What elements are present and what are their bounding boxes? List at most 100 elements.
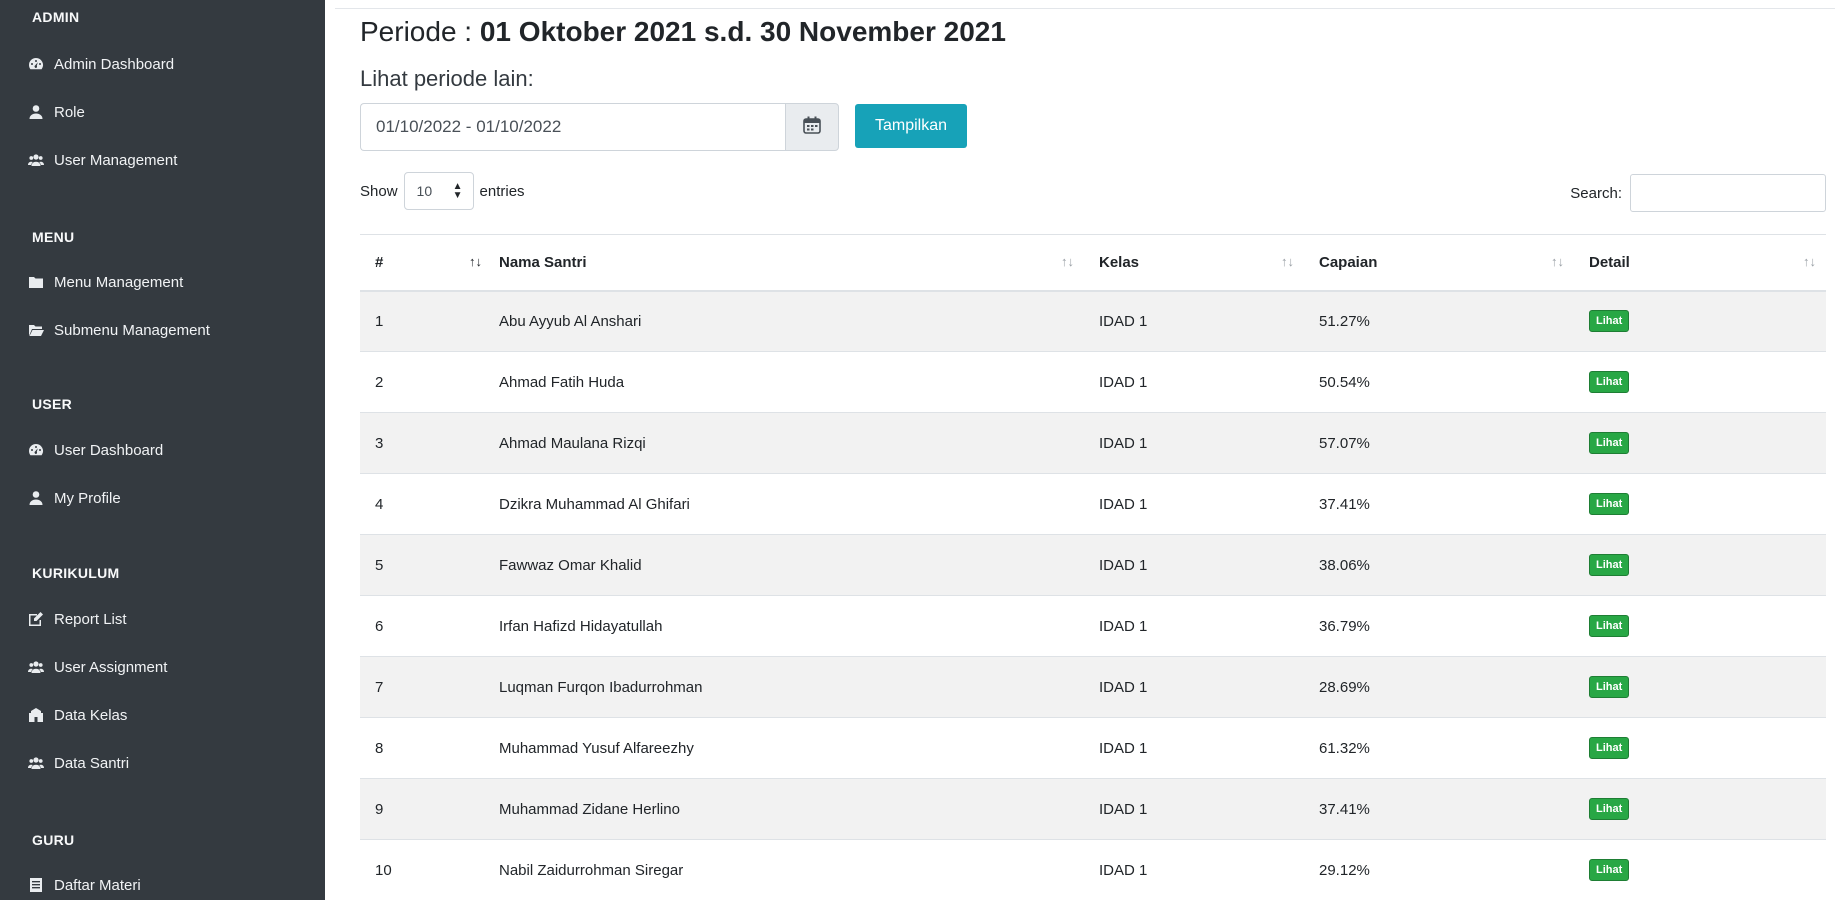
cell-empty <box>454 352 484 413</box>
tachometer-icon <box>28 441 50 459</box>
cell-empty <box>454 413 484 474</box>
sidebar-item-label: My Profile <box>54 489 121 507</box>
lihat-detail-button[interactable]: Lihat <box>1589 737 1630 759</box>
table-row: 5 Fawwaz Omar Khalid IDAD 1 38.06% Lihat <box>360 534 1826 596</box>
page-title: Periode : 01 Oktober 2021 s.d. 30 Novemb… <box>360 16 1006 48</box>
sidebar-item-label: Daftar Materi <box>54 876 141 894</box>
lihat-detail-button[interactable]: Lihat <box>1589 371 1630 393</box>
table-row: 8 Muhammad Yusuf Alfareezhy IDAD 1 61.32% Li… <box>360 717 1826 779</box>
sort-icon: ↑↓ <box>469 254 482 269</box>
lihat-detail-button[interactable]: Lihat <box>1589 676 1630 698</box>
sidebar-item-label: User Assignment <box>54 658 168 676</box>
cell-kelas: IDAD 1 <box>1099 861 1148 879</box>
cell-nama-santri: Fawwaz Omar Khalid <box>499 556 642 574</box>
select-arrows-icon: ▲ ▼ <box>452 181 463 201</box>
sidebar-item-submenu-management[interactable]: Submenu Management <box>28 321 210 339</box>
cell-number: 9 <box>375 800 384 818</box>
cell-capaian: 37.41% <box>1319 495 1370 513</box>
cell-detail: Lihat <box>1574 291 1826 352</box>
cell-number: 2 <box>375 373 384 391</box>
cell-nama-santri: Dzikra Muhammad Al Ghifari <box>499 495 690 513</box>
sidebar-item-user-management[interactable]: User Management <box>28 151 177 169</box>
sidebar-item-label: Submenu Management <box>54 321 210 339</box>
edit-icon <box>28 610 50 628</box>
lihat-detail-button[interactable]: Lihat <box>1589 493 1630 515</box>
lihat-detail-button[interactable]: Lihat <box>1589 554 1630 576</box>
cell-detail: Lihat <box>1574 657 1826 718</box>
lihat-detail-button[interactable]: Lihat <box>1589 615 1630 637</box>
sort-icon: ↑↓ <box>1061 254 1074 269</box>
sidebar-item-data-santri[interactable]: Data Santri <box>28 754 129 772</box>
sidebar-item-label: User Management <box>54 151 178 169</box>
table-search: Search: <box>1570 174 1826 212</box>
cell-kelas: IDAD 1 <box>1099 617 1148 635</box>
period-label: Periode : <box>360 16 480 47</box>
cell-empty <box>454 840 484 900</box>
calendar-icon <box>802 115 822 140</box>
sidebar-item-label: Admin Dashboard <box>54 55 175 73</box>
cell-nama-santri: Ahmad Maulana Rizqi <box>499 434 646 452</box>
lihat-detail-button[interactable]: Lihat <box>1589 798 1630 820</box>
santri-table: # ↑↓ Nama Santri ↑↓ Kelas ↑↓ Capaian ↑↓ Det… <box>360 234 1826 900</box>
entries-length-control: Show 10 ▲ ▼ entries <box>360 172 525 210</box>
cell-detail: Lihat <box>1574 840 1826 900</box>
sidebar-item-user-dashboard[interactable]: User Dashboard <box>28 441 163 459</box>
date-range-input[interactable] <box>360 103 785 151</box>
cell-kelas: IDAD 1 <box>1099 312 1148 330</box>
show-suffix: entries <box>479 182 525 200</box>
tachometer-icon <box>28 55 50 73</box>
calendar-button[interactable] <box>785 103 839 151</box>
sidebar-item-my-profile[interactable]: My Profile <box>28 489 121 507</box>
search-label: Search: <box>1570 184 1622 202</box>
sidebar-item-report-list[interactable]: Report List <box>28 610 127 628</box>
sidebar-item-label: Role <box>54 103 85 121</box>
column-header-kelas[interactable]: Kelas ↑↓ <box>1084 235 1304 291</box>
cell-capaian: 38.06% <box>1319 556 1370 574</box>
cell-empty <box>454 535 484 596</box>
column-header-capaian[interactable]: Capaian ↑↓ <box>1304 235 1574 291</box>
sidebar-item-role[interactable]: Role <box>28 103 85 121</box>
sidebar-item-label: Data Kelas <box>54 706 128 724</box>
sidebar-item-menu-management[interactable]: Menu Management <box>28 273 183 291</box>
column-header-nama-santri[interactable]: Nama Santri ↑↓ <box>484 235 1084 291</box>
cell-detail: Lihat <box>1574 779 1826 840</box>
cell-kelas: IDAD 1 <box>1099 800 1148 818</box>
sidebar-item-data-kelas[interactable]: Data Kelas <box>28 706 127 724</box>
sidebar-heading-guru: GURU <box>32 832 75 848</box>
lihat-detail-button[interactable]: Lihat <box>1589 859 1630 882</box>
column-header-sort[interactable]: ↑↓ <box>454 235 484 291</box>
sidebar-item-daftar-materi[interactable]: Daftar Materi <box>28 876 141 894</box>
cell-nama-santri: Muhammad Zidane Herlino <box>499 800 680 818</box>
show-button[interactable]: Tampilkan <box>855 104 967 148</box>
cell-capaian: 28.69% <box>1319 678 1370 696</box>
column-header-detail[interactable]: Detail ↑↓ <box>1574 235 1826 291</box>
sidebar-item-label: Report List <box>54 610 127 628</box>
other-period-label: Lihat periode lain: <box>360 66 534 91</box>
cell-number: 1 <box>375 312 384 330</box>
users-icon <box>28 151 50 169</box>
lihat-detail-button[interactable]: Lihat <box>1589 432 1630 454</box>
entries-select[interactable]: 10 ▲ ▼ <box>403 172 474 210</box>
cell-number: 3 <box>375 434 384 452</box>
sort-icon: ↑↓ <box>1803 254 1816 269</box>
sidebar-item-admin-dashboard[interactable]: Admin Dashboard <box>28 55 174 73</box>
sidebar-heading-admin: ADMIN <box>32 9 80 25</box>
cell-kelas: IDAD 1 <box>1099 739 1148 757</box>
cell-capaian: 37.41% <box>1319 800 1370 818</box>
cell-number: 4 <box>375 495 384 513</box>
column-header-number[interactable]: # <box>360 235 454 291</box>
main-content: Periode : 01 Oktober 2021 s.d. 30 Novemb… <box>325 0 1843 900</box>
list-icon <box>28 876 50 894</box>
table-body: 1 Abu Ayyub Al Anshari IDAD 1 51.27% Lihat 2 A… <box>360 290 1826 900</box>
lihat-detail-button[interactable]: Lihat <box>1589 310 1630 333</box>
cell-detail: Lihat <box>1574 413 1826 474</box>
table-row: 4 Dzikra Muhammad Al Ghifari IDAD 1 37.41% L… <box>360 473 1826 535</box>
sidebar-item-user-assignment[interactable]: User Assignment <box>28 658 167 676</box>
sidebar-heading-kurikulum: KURIKULUM <box>32 565 120 581</box>
school-icon <box>28 706 50 724</box>
cell-detail: Lihat <box>1574 596 1826 657</box>
cell-capaian: 57.07% <box>1319 434 1370 452</box>
search-input[interactable] <box>1630 174 1826 212</box>
table-row: 6 Irfan Hafizd Hidayatullah IDAD 1 36.79% Li… <box>360 595 1826 657</box>
top-divider <box>335 0 1835 9</box>
